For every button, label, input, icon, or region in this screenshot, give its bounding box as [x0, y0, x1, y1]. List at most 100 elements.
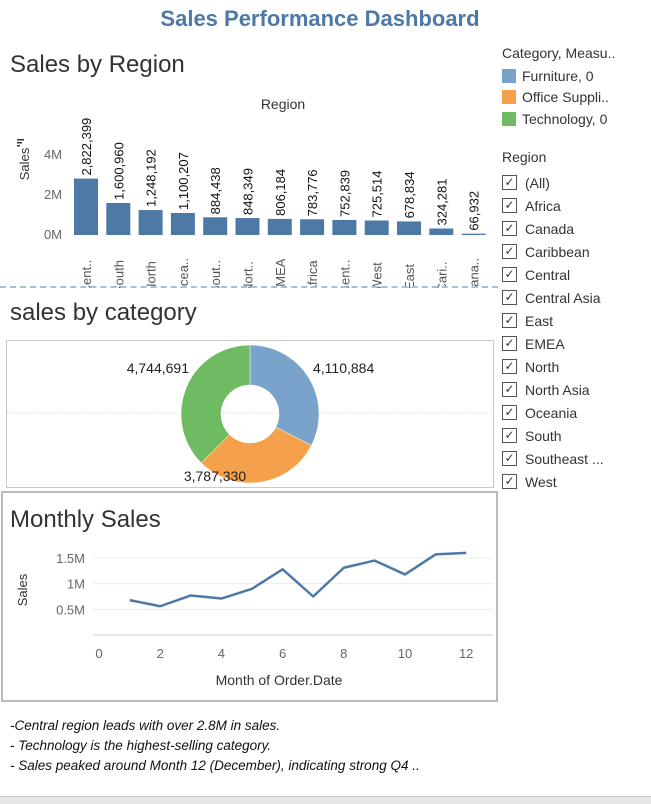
monthly-line-chart[interactable]: Sales Month of Order.Date 1.5M 1M 0.5M 0 2 4 6…	[3, 540, 495, 700]
region-bar[interactable]	[332, 219, 357, 235]
checkbox-checked-icon[interactable]: ✓	[502, 382, 517, 397]
bar-value-label: 752,839	[337, 170, 352, 217]
region-bar[interactable]	[203, 217, 228, 235]
region-filter-option[interactable]: ✓ EMEA	[502, 332, 647, 355]
monthly-sales-line[interactable]	[129, 551, 467, 608]
filter-option-label: Oceania	[525, 404, 578, 421]
checkbox-checked-icon[interactable]: ✓	[502, 198, 517, 213]
checkbox-checked-icon[interactable]: ✓	[502, 428, 517, 443]
filter-option-label: North	[525, 358, 560, 375]
filter-option-label: Canada	[525, 220, 575, 237]
legend-item[interactable]: Furniture, 0	[502, 65, 647, 87]
legend-item[interactable]: Technology, 0	[502, 108, 647, 130]
region-bar[interactable]	[397, 221, 421, 235]
region-filter-option[interactable]: ✓ Caribbean	[502, 240, 647, 263]
region-tick-label: East	[402, 264, 417, 288]
bar-value-label: 725,514	[370, 170, 385, 217]
checkbox-checked-icon[interactable]: ✓	[502, 290, 517, 305]
y-tick-label: 2M	[44, 187, 62, 202]
region-filter-option[interactable]: ✓ Canada	[502, 217, 647, 240]
note-line: -Central region leads with over 2.8M in …	[10, 718, 281, 733]
region-filter: Region ✓ (All) ✓ Africa ✓ Canada ✓ Caribbean ✓ Ce…	[502, 149, 647, 493]
legend-swatch	[502, 111, 516, 126]
region-bar[interactable]	[74, 178, 98, 235]
region-filter-option[interactable]: ✓ South	[502, 424, 647, 447]
x-tick-label: 10	[398, 646, 412, 661]
legend-label: Office Suppli..	[522, 89, 609, 106]
checkbox-checked-icon[interactable]: ✓	[502, 244, 517, 259]
x-tick-label: 12	[459, 646, 473, 661]
category-sheet-title: sales by category	[10, 299, 197, 326]
filter-option-label: EMEA	[525, 335, 565, 352]
region-filter-option[interactable]: ✓ Central Asia	[502, 286, 647, 309]
region-bar[interactable]	[138, 210, 163, 235]
region-tick-label: South	[111, 260, 126, 288]
insights-notes: -Central region leads with over 2.8M in …	[10, 716, 420, 776]
region-filter-option[interactable]: ✓ Oceania	[502, 401, 647, 424]
checkbox-checked-icon[interactable]: ✓	[502, 359, 517, 374]
region-filter-option[interactable]: ✓ North Asia	[502, 378, 647, 401]
region-sheet-title: Sales by Region	[10, 51, 185, 78]
monthly-x-label: Month of Order.Date	[216, 672, 343, 688]
region-tick-label: Cent..	[79, 260, 94, 288]
checkbox-checked-icon[interactable]: ✓	[502, 175, 517, 190]
region-bar[interactable]	[364, 220, 389, 235]
bar-value-label: 884,438	[208, 167, 223, 214]
x-tick-label: 6	[279, 646, 286, 661]
filter-option-label: Caribbean	[525, 243, 590, 260]
y-tick-label: 4M	[44, 147, 62, 162]
dashboard-title: Sales Performance Dashboard	[160, 6, 480, 31]
region-tick-label: Cari..	[434, 261, 449, 288]
region-filter-option[interactable]: ✓ East	[502, 309, 647, 332]
region-bar[interactable]	[235, 218, 260, 235]
region-filter-option[interactable]: ✓ Africa	[502, 194, 647, 217]
sort-icon[interactable]	[17, 139, 24, 147]
region-y-label: Sales	[17, 147, 32, 180]
region-bar[interactable]	[267, 218, 292, 235]
x-tick-label: 4	[218, 646, 225, 661]
region-filter-option[interactable]: ✓ Central	[502, 263, 647, 286]
region-tick-label: Sout..	[208, 260, 223, 288]
y-tick-label: 0.5M	[56, 602, 85, 617]
bar-value-label: 1,600,960	[111, 142, 126, 200]
checkbox-checked-icon[interactable]: ✓	[502, 336, 517, 351]
region-tick-label: West	[370, 262, 385, 288]
region-bar[interactable]	[300, 219, 325, 235]
region-bar[interactable]	[461, 233, 486, 235]
bar-value-label: 2,822,399	[79, 118, 94, 176]
region-filter-option[interactable]: ✓ North	[502, 355, 647, 378]
legend-item[interactable]: Office Suppli..	[502, 87, 647, 109]
checkbox-checked-icon[interactable]: ✓	[502, 451, 517, 466]
region-bar[interactable]	[170, 212, 195, 235]
donut-slice[interactable]	[249, 344, 320, 446]
y-tick-label: 1M	[67, 577, 85, 592]
checkbox-checked-icon[interactable]: ✓	[502, 474, 517, 489]
region-filter-option[interactable]: ✓ West	[502, 470, 647, 493]
note-line: - Technology is the highest-selling cate…	[10, 738, 272, 753]
region-filter-option[interactable]: ✓ (All)	[502, 171, 647, 194]
checkbox-checked-icon[interactable]: ✓	[502, 313, 517, 328]
y-tick-label: 1.5M	[56, 551, 85, 566]
region-bar[interactable]	[106, 202, 131, 235]
category-donut-chart[interactable]: 4,110,884 3,787,330 4,744,691	[6, 340, 494, 488]
region-filter-option[interactable]: ✓ Southeast ...	[502, 447, 647, 470]
filter-option-label: North Asia	[525, 381, 590, 398]
y-tick-label: 0M	[44, 227, 62, 242]
checkbox-checked-icon[interactable]: ✓	[502, 267, 517, 282]
filter-title: Region	[502, 149, 547, 165]
legend-label: Furniture, 0	[522, 67, 594, 84]
region-tick-label: Cana..	[467, 258, 482, 288]
region-tick-label: North	[144, 261, 159, 288]
filter-option-label: Southeast ...	[525, 450, 604, 467]
slice-value-label: 4,110,884	[313, 360, 374, 376]
region-bar-chart[interactable]: Region Sales 4M 2M 0M 2,822,399 Cent.. 1,600…	[0, 88, 500, 288]
checkbox-checked-icon[interactable]: ✓	[502, 221, 517, 236]
filter-option-label: Africa	[525, 197, 561, 214]
region-tick-label: Africa	[305, 260, 320, 288]
region-bar[interactable]	[429, 228, 454, 235]
note-line: - Sales peaked around Month 12 (December…	[10, 758, 420, 773]
checkbox-checked-icon[interactable]: ✓	[502, 405, 517, 420]
bar-value-label: 324,281	[434, 179, 449, 226]
filter-option-label: Central	[525, 266, 571, 283]
filter-option-label: Central Asia	[525, 289, 601, 306]
